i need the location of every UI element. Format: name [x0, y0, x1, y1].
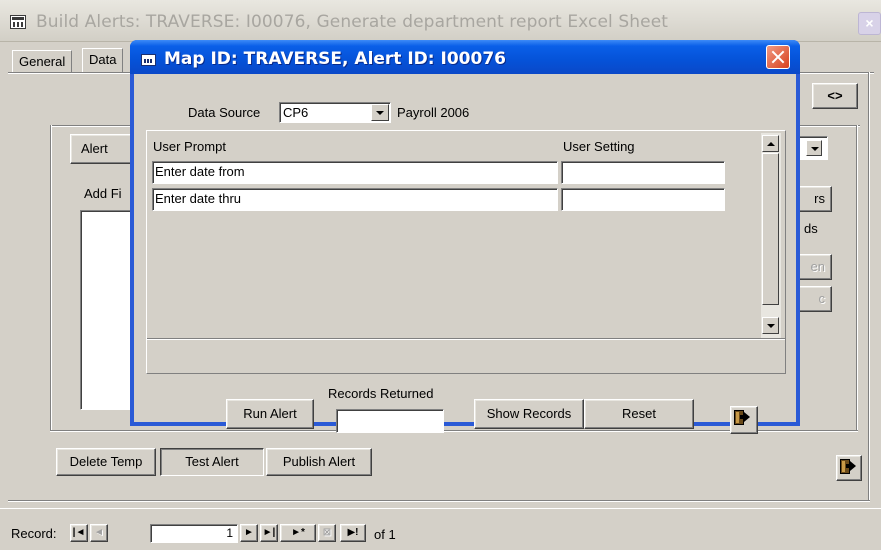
- group-frame-right: [856, 125, 858, 430]
- form-icon: [10, 15, 26, 29]
- record-label: Record:: [11, 526, 57, 541]
- new-record-button[interactable]: ►*: [280, 524, 316, 542]
- user-setting-field-1[interactable]: [561, 161, 725, 184]
- scroll-up-button[interactable]: [762, 135, 779, 152]
- add-fields-label: Add Fi: [84, 186, 122, 201]
- data-source-dropdown-arrow[interactable]: [371, 104, 389, 121]
- dialog-title-bar[interactable]: Map ID: TRAVERSE, Alert ID: I00076: [130, 40, 800, 74]
- record-navigation-bar: [0, 508, 881, 550]
- reset-button[interactable]: Reset: [584, 399, 694, 429]
- filter-record-button[interactable]: ▶!: [340, 524, 366, 542]
- user-setting-header: User Setting: [563, 139, 635, 154]
- tab-general[interactable]: General: [12, 50, 73, 72]
- dialog-exit-button[interactable]: [730, 406, 758, 434]
- user-prompt-field-2[interactable]: Enter date thru: [152, 188, 558, 211]
- next-record-button[interactable]: ►: [240, 524, 258, 542]
- records-returned-label: Records Returned: [328, 386, 434, 401]
- map-dialog: Map ID: TRAVERSE, Alert ID: I00076 Data …: [130, 40, 800, 434]
- tab-data[interactable]: Data: [82, 48, 124, 72]
- tab-panel-border-bottom: [8, 500, 870, 502]
- form-icon: [141, 54, 156, 66]
- dialog-title: Map ID: TRAVERSE, Alert ID: I00076: [164, 49, 506, 69]
- prompt-grid: User Prompt User Setting Enter date from…: [146, 130, 786, 374]
- delete-record-icon: ⊠: [322, 527, 332, 538]
- data-source-label: Data Source: [188, 105, 261, 120]
- user-prompt-field-1[interactable]: Enter date from: [152, 161, 558, 184]
- background-button-disabled-2: c: [796, 286, 832, 312]
- first-record-button[interactable]: |◄: [70, 524, 88, 542]
- records-returned-field: [336, 409, 444, 433]
- dialog-close-button[interactable]: [766, 45, 790, 69]
- scrollbar-thumb[interactable]: [762, 153, 779, 305]
- grid-bottom-divider: [147, 338, 785, 340]
- scroll-down-button[interactable]: [762, 317, 779, 334]
- data-source-value: CP6: [283, 105, 309, 120]
- record-count-label: of 1: [374, 527, 396, 542]
- tab-panel-border-right: [868, 72, 870, 500]
- delete-temp-button[interactable]: Delete Temp: [56, 448, 156, 476]
- outer-title-bar: Build Alerts: TRAVERSE: I00076, Generate…: [0, 0, 881, 42]
- user-prompt-header: User Prompt: [153, 139, 226, 154]
- background-button-rs[interactable]: rs: [796, 186, 832, 212]
- record-number-field[interactable]: 1: [150, 524, 238, 543]
- dialog-client-area: Data Source CP6 Payroll 2006 User Prompt…: [134, 74, 796, 434]
- user-setting-field-2[interactable]: [561, 188, 725, 211]
- data-source-description: Payroll 2006: [397, 105, 470, 120]
- outer-exit-button[interactable]: [836, 455, 862, 481]
- background-dropdown-arrow[interactable]: [806, 140, 822, 156]
- outer-window-title: Build Alerts: TRAVERSE: I00076, Generate…: [36, 12, 669, 32]
- run-alert-button[interactable]: Run Alert: [226, 399, 314, 429]
- show-records-button[interactable]: Show Records: [474, 399, 584, 429]
- delete-record-button: ⊠: [318, 524, 336, 542]
- group-frame-left: [50, 125, 52, 430]
- prev-record-button[interactable]: ◄: [90, 524, 108, 542]
- test-alert-button[interactable]: Test Alert: [160, 448, 264, 476]
- last-record-button[interactable]: ►|: [260, 524, 278, 542]
- background-label-ds: ds: [804, 221, 818, 236]
- publish-alert-button[interactable]: Publish Alert: [266, 448, 372, 476]
- filter-record-icon: ▶!: [347, 527, 359, 538]
- swap-button[interactable]: <>: [812, 83, 858, 109]
- outer-close-button[interactable]: ×: [858, 12, 881, 35]
- background-button-disabled-1: en: [796, 254, 832, 280]
